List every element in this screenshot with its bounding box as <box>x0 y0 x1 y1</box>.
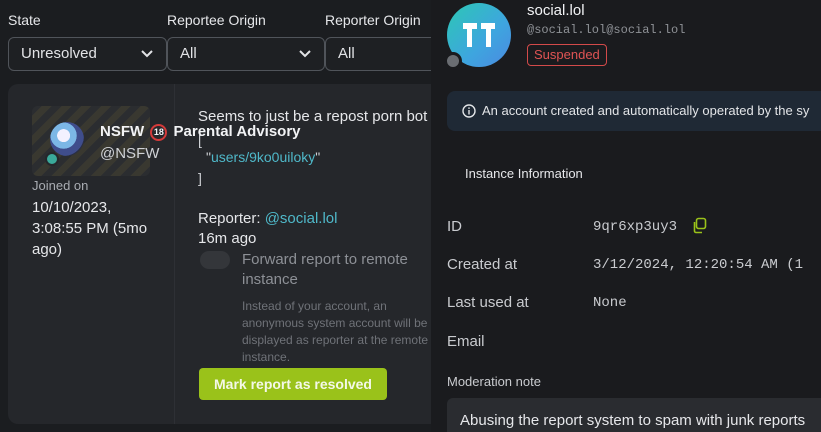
joined-value: 10/10/2023, 3:08:55 PM (5mo ago) <box>32 199 148 258</box>
instance-logo-icon <box>463 23 495 47</box>
created-at-value: 3/12/2024, 12:20:54 AM (1 <box>593 257 804 273</box>
account-name: social.lol <box>527 2 585 19</box>
system-account-notice: An account created and automatically ope… <box>447 91 821 131</box>
reporter-link[interactable]: @social.lol <box>265 210 338 227</box>
reporter-label: Reporter: <box>198 210 265 227</box>
suspended-badge: Suspended <box>527 44 607 66</box>
instance-information-button[interactable]: Instance Information <box>465 166 583 181</box>
state-select-value: Unresolved <box>21 45 97 62</box>
state-filter-label: State <box>8 12 41 28</box>
reportee-handle[interactable]: @NSFW <box>100 145 159 162</box>
mark-resolved-button[interactable]: Mark report as resolved <box>199 368 387 400</box>
reportee-origin-select-value: All <box>180 45 197 62</box>
reportee-name[interactable]: NSFW 18 Parental Advisory <box>100 123 301 141</box>
report-time-ago: 16m ago <box>198 230 257 247</box>
last-used-value: None <box>593 295 627 311</box>
report-code-item: "users/9ko0uiloky" <box>206 149 320 165</box>
reportee-name-suffix: Parental Advisory <box>173 123 301 140</box>
email-label: Email <box>447 333 485 350</box>
reportee-origin-filter-label: Reportee Origin <box>167 12 266 28</box>
last-used-label: Last used at <box>447 294 529 311</box>
reporter-line: Reporter: @social.lol <box>198 210 337 227</box>
chevron-down-icon <box>141 50 153 58</box>
account-handle: @social.lol@social.lol <box>527 23 686 37</box>
code-quote-close: " <box>315 149 321 165</box>
age-18-icon: 18 <box>150 124 168 141</box>
info-icon <box>462 104 476 118</box>
forward-toggle[interactable] <box>200 251 230 269</box>
created-at-label: Created at <box>447 256 518 273</box>
offline-indicator <box>444 52 462 70</box>
notice-text: An account created and automatically ope… <box>482 103 810 118</box>
id-value: 9qr6xp3uy3 <box>593 219 678 235</box>
reportee-origin-select[interactable]: All <box>167 37 325 71</box>
reporter-origin-select-value: All <box>338 45 355 62</box>
copy-icon[interactable] <box>692 217 708 234</box>
reportee-name-part: NSFW <box>100 123 145 140</box>
report-card: NSFW 18 Parental Advisory @NSFW Joined o… <box>8 84 448 424</box>
reported-note-link[interactable]: users/9ko0uiloky <box>211 149 315 165</box>
moderation-note-field[interactable]: Abusing the report system to spam with j… <box>447 398 821 432</box>
online-indicator <box>45 152 59 166</box>
chevron-down-icon <box>299 50 311 58</box>
joined-label: Joined on <box>32 178 89 193</box>
forward-description: Instead of your account, an anonymous sy… <box>242 299 429 364</box>
reporter-origin-filter-label: Reporter Origin <box>325 12 421 28</box>
id-label: ID <box>447 218 462 235</box>
report-code-close: ] <box>198 170 202 186</box>
forward-label: Forward report to remote instance <box>242 251 408 288</box>
account-panel: social.lol @social.lol@social.lol Suspen… <box>431 0 821 432</box>
moderation-note-label: Moderation note <box>447 374 541 389</box>
reportee-avatar[interactable] <box>50 122 84 156</box>
state-select[interactable]: Unresolved <box>8 37 167 71</box>
